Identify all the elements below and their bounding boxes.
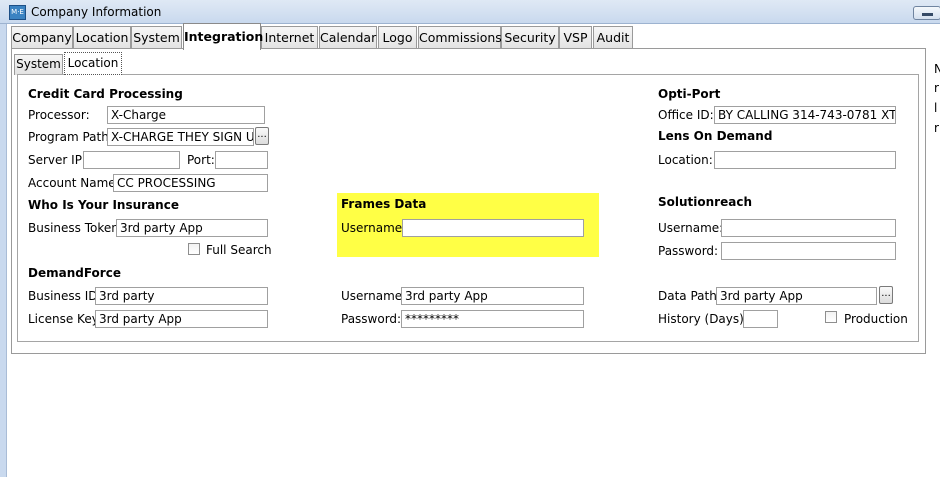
account-name-field[interactable]: CC PROCESSING bbox=[113, 174, 268, 192]
cut-off-text: r bbox=[934, 121, 939, 135]
program-path-label: Program Path: bbox=[28, 130, 113, 144]
frames-username-field[interactable] bbox=[402, 219, 584, 237]
subtab-location[interactable]: Location bbox=[64, 52, 122, 75]
tab-security[interactable]: Security bbox=[501, 26, 559, 49]
server-ip-field[interactable] bbox=[83, 151, 180, 169]
username-field-2[interactable]: 3rd party App bbox=[401, 287, 584, 305]
program-path-field[interactable]: X-CHARGE THEY SIGN UP 8 bbox=[107, 128, 254, 146]
office-id-label: Office ID: bbox=[658, 108, 714, 122]
sr-password-label: Password: bbox=[658, 244, 719, 258]
license-key-field[interactable]: 3rd party App bbox=[95, 310, 268, 328]
license-key-label: License Key: bbox=[28, 312, 102, 326]
account-name-label: Account Name: bbox=[28, 176, 120, 190]
port-label: Port: bbox=[187, 153, 215, 167]
sr-password-field[interactable] bbox=[721, 242, 896, 260]
tab-calendar[interactable]: Calendar bbox=[319, 26, 377, 49]
subtab-system[interactable]: System bbox=[14, 54, 63, 75]
cut-off-text: l bbox=[934, 101, 938, 115]
port-field[interactable] bbox=[215, 151, 268, 169]
sr-username-label: Username: bbox=[658, 221, 724, 235]
data-path-label: Data Path: bbox=[658, 289, 721, 303]
window-title: Company Information bbox=[31, 5, 162, 19]
tab-system[interactable]: System bbox=[131, 26, 182, 49]
program-path-browse-button[interactable]: ... bbox=[255, 127, 269, 145]
lod-location-label: Location: bbox=[658, 153, 713, 167]
processor-label: Processor: bbox=[28, 108, 90, 122]
minimize-button[interactable] bbox=[913, 6, 940, 20]
history-days-label: History (Days): bbox=[658, 312, 748, 326]
business-id-label: Business ID: bbox=[28, 289, 102, 303]
data-path-field[interactable]: 3rd party App bbox=[716, 287, 877, 305]
app-icon: M·E bbox=[9, 5, 26, 20]
password-field-2[interactable]: ********* bbox=[401, 310, 584, 328]
business-id-field[interactable]: 3rd party bbox=[95, 287, 268, 305]
title-bar: M·E Company Information bbox=[0, 0, 940, 24]
business-token-label: Business Token: bbox=[28, 221, 123, 235]
tab-internet[interactable]: Internet bbox=[261, 26, 318, 49]
tab-integration[interactable]: Integration bbox=[183, 23, 263, 50]
lod-location-field[interactable] bbox=[714, 151, 896, 169]
full-search-checkbox[interactable] bbox=[188, 243, 200, 255]
full-search-label: Full Search bbox=[206, 243, 272, 257]
window-left-border bbox=[0, 24, 7, 477]
history-days-field[interactable] bbox=[743, 310, 778, 328]
demandforce-heading: DemandForce bbox=[28, 266, 121, 280]
frames-username-label: Username: bbox=[341, 221, 407, 235]
frames-data-heading: Frames Data bbox=[341, 197, 427, 211]
sr-username-field[interactable] bbox=[721, 219, 896, 237]
opti-port-heading: Opti-Port bbox=[658, 87, 721, 101]
production-label: Production bbox=[844, 312, 908, 326]
tab-logo[interactable]: Logo bbox=[378, 26, 417, 49]
tab-vsp[interactable]: VSP bbox=[559, 26, 592, 49]
processor-field[interactable]: X-Charge bbox=[107, 106, 265, 124]
wiyi-heading: Who Is Your Insurance bbox=[28, 198, 179, 212]
production-checkbox[interactable] bbox=[825, 311, 837, 323]
tab-audit[interactable]: Audit bbox=[593, 26, 633, 49]
cut-off-text: N bbox=[934, 62, 940, 76]
business-token-field[interactable]: 3rd party App bbox=[116, 219, 268, 237]
cut-off-text: r bbox=[934, 81, 939, 95]
username-label-2: Username: bbox=[341, 289, 407, 303]
password-label-2: Password: bbox=[341, 312, 402, 326]
tab-commissions[interactable]: Commissions bbox=[418, 26, 502, 49]
solutionreach-heading: Solutionreach bbox=[658, 195, 752, 209]
lens-on-demand-heading: Lens On Demand bbox=[658, 129, 773, 143]
tab-company[interactable]: Company bbox=[11, 26, 73, 49]
tab-location[interactable]: Location bbox=[73, 26, 131, 49]
credit-card-heading: Credit Card Processing bbox=[28, 87, 183, 101]
office-id-field[interactable]: BY CALLING 314-743-0781 XT2353 bbox=[714, 106, 896, 124]
data-path-browse-button[interactable]: ... bbox=[879, 286, 893, 304]
server-ip-label: Server IP: bbox=[28, 153, 86, 167]
minimize-icon bbox=[922, 13, 933, 16]
